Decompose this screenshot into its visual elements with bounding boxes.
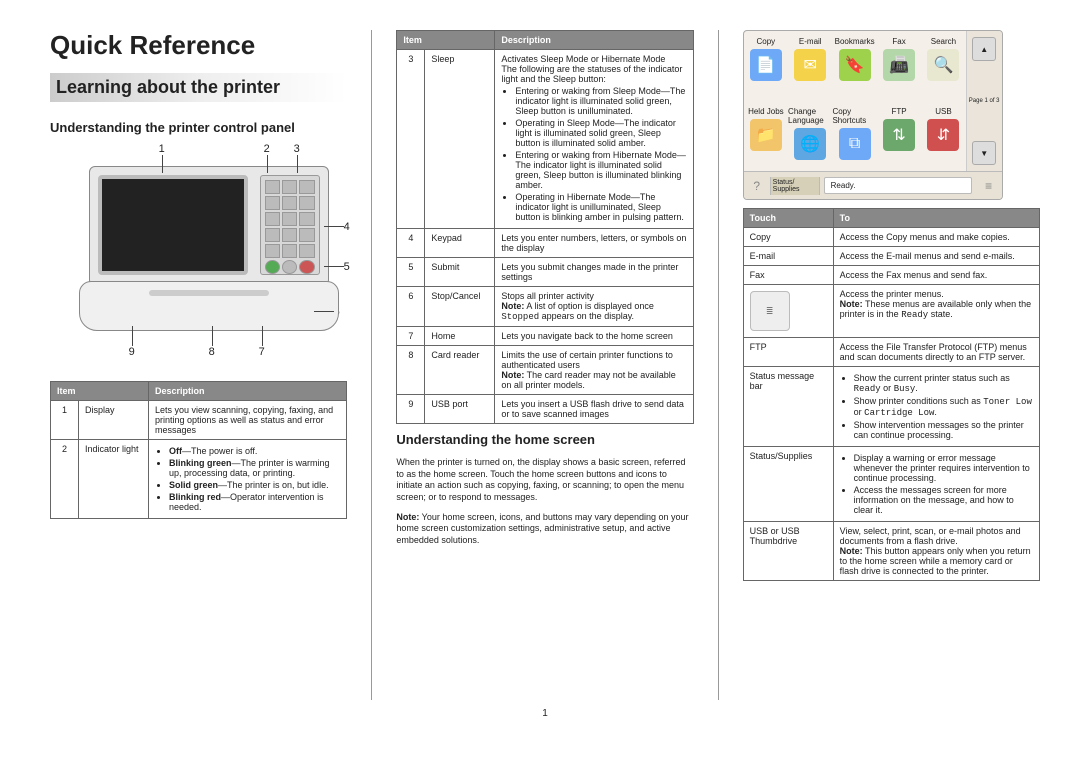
printer-illustration: 1 2 3 4 5 6 7 8 9 — [59, 141, 339, 371]
held-jobs-icon: 📁 — [750, 119, 782, 151]
page-number: 1 — [50, 708, 1040, 719]
menu-list-icon: ≣ — [750, 291, 790, 331]
ftp-icon: ⇅ — [883, 119, 915, 151]
status-supplies-button[interactable]: Status/ Supplies — [770, 177, 820, 195]
status-message-bar[interactable]: Ready. — [824, 177, 972, 194]
home-screen-graphic: Copy📄 E-mail✉ Bookmarks🔖 Fax📠 Search🔍 ▲ … — [743, 30, 1003, 200]
help-icon[interactable]: ? — [744, 179, 770, 193]
callout-1: 1 — [159, 143, 165, 155]
th-to: To — [833, 209, 1039, 228]
th-description: Description — [149, 382, 347, 401]
menu-icon[interactable]: ≡ — [976, 179, 1002, 193]
th-description: Description — [495, 31, 693, 50]
subheading-home-screen: Understanding the home screen — [396, 432, 693, 447]
home-screen-para: When the printer is turned on, the displ… — [396, 457, 693, 504]
callout-3: 3 — [294, 143, 300, 155]
callout-4: 4 — [344, 221, 350, 233]
th-item: Item — [51, 382, 149, 401]
copy-shortcuts-icon: ⧉ — [839, 128, 871, 160]
table-control-panel-2: Item Description 3 Sleep Activates Sleep… — [396, 30, 693, 424]
subheading-control-panel: Understanding the printer control panel — [50, 120, 347, 135]
table-row: 3 Sleep Activates Sleep Mode or Hibernat… — [397, 50, 693, 229]
language-icon: 🌐 — [794, 128, 826, 160]
doc-title: Quick Reference — [50, 30, 347, 61]
section-learning: Learning about the printer — [50, 73, 347, 102]
scroll-up-icon[interactable]: ▲ — [972, 37, 996, 61]
table-row: 2 Indicator light Off—The power is off. … — [51, 440, 347, 519]
email-icon: ✉ — [794, 49, 826, 81]
page-indicator: Page 1 of 3 — [969, 98, 1000, 104]
callout-7: 7 — [259, 346, 265, 358]
callout-2: 2 — [264, 143, 270, 155]
fax-icon: 📠 — [883, 49, 915, 81]
table-control-panel-1: Item Description 1 Display Lets you view… — [50, 381, 347, 519]
usb-icon: ⇵ — [927, 119, 959, 151]
scroll-down-icon[interactable]: ▼ — [972, 141, 996, 165]
callout-5: 5 — [344, 261, 350, 273]
th-touch: Touch — [743, 209, 833, 228]
th-item: Item — [397, 31, 495, 50]
table-row: 1 Display Lets you view scanning, copyin… — [51, 401, 347, 440]
table-touch-to: Touch To CopyAccess the Copy menus and m… — [743, 208, 1040, 581]
bookmarks-icon: 🔖 — [839, 49, 871, 81]
search-icon: 🔍 — [927, 49, 959, 81]
home-screen-note: Note: Your home screen, icons, and butto… — [396, 512, 693, 547]
copy-icon: 📄 — [750, 49, 782, 81]
